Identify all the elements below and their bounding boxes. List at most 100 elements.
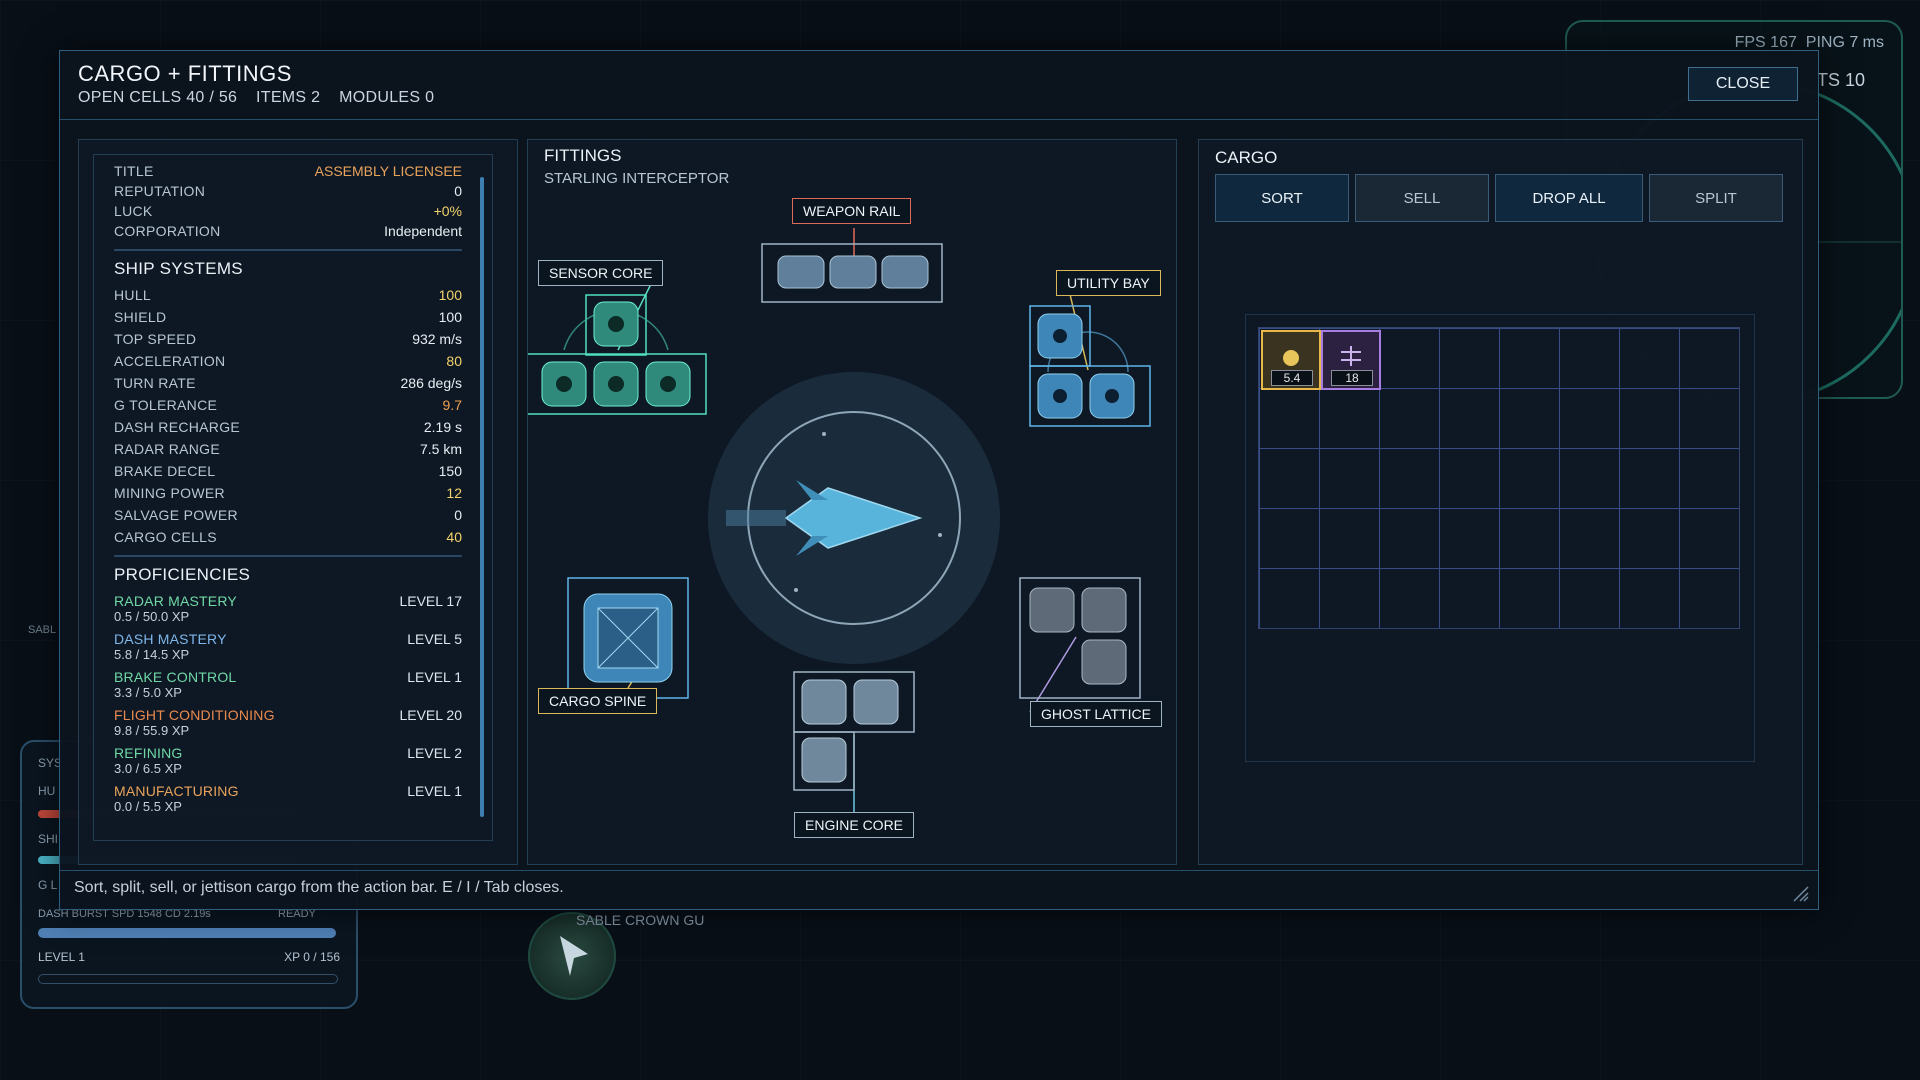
open-cells-count: OPEN CELLS 40 / 56 [78, 89, 238, 106]
fittings-column: FITTINGS STARLING INTERCEPTOR WEAPON RAI… [527, 139, 1177, 865]
divider [114, 249, 462, 251]
proficiency-item: RADAR MASTERY 0.5 / 50.0 XP LEVEL 17 [114, 593, 462, 624]
stat-value: 932 m/s [412, 331, 462, 347]
hud-xp-text: XP 0 / 156 [284, 950, 340, 964]
fittings-schematic [528, 228, 1151, 812]
stat-value: 9.7 [442, 397, 462, 413]
proficiency-item: DASH MASTERY 5.8 / 14.5 XP LEVEL 5 [114, 631, 462, 662]
stat-label: HULL [114, 287, 151, 303]
stat-label: TOP SPEED [114, 331, 197, 347]
window-subtitle: OPEN CELLS 40 / 56 ITEMS 2 MODULES 0 [78, 89, 448, 107]
stat-value: 40 [446, 529, 462, 545]
slot-cargo-spine[interactable]: CARGO SPINE [538, 688, 658, 714]
resize-handle-icon[interactable] [1790, 883, 1810, 903]
stat-label: TITLE [114, 163, 154, 179]
stat-value: 80 [446, 353, 462, 369]
stat-label: SALVAGE POWER [114, 507, 238, 523]
pilot-stats-column: TITLE ASSEMBLY LICENSEE REPUTATION 0 LUCK +0%… [78, 139, 518, 865]
stat-value: 0 [454, 507, 462, 523]
cargo-heading: CARGO [1215, 148, 1278, 167]
cargo-grid-frame: 5.4 18 [1245, 314, 1755, 762]
hud-level-label: LEVEL 1 [38, 950, 85, 964]
stat-value: 150 [438, 463, 462, 479]
ship-stat-row: CARGO CELLS 40 [114, 529, 462, 545]
ship-stat-row: DASH RECHARGE 2.19 s [114, 419, 462, 435]
divider [114, 555, 462, 557]
stat-value: 100 [438, 287, 462, 303]
status-footer: Sort, split, sell, or jettison cargo fro… [60, 870, 1818, 909]
ship-stat-row: RADAR RANGE 7.5 km [114, 441, 462, 457]
profile-row: TITLE ASSEMBLY LICENSEE [114, 163, 462, 179]
stat-label: CARGO CELLS [114, 529, 217, 545]
stat-label: BRAKE DECEL [114, 463, 216, 479]
drop-all-button[interactable]: DROP ALL [1495, 174, 1643, 222]
ship-stat-row: ACCELERATION 80 [114, 353, 462, 369]
slot-weapon-rail[interactable]: WEAPON RAIL [792, 198, 912, 224]
proficiency-xp: 0.5 / 50.0 XP [114, 609, 190, 624]
ship-stat-row: HULL 100 [114, 287, 462, 303]
stat-value: 0 [454, 183, 462, 199]
stat-label: MINING POWER [114, 485, 225, 501]
stat-label: CORPORATION [114, 223, 221, 239]
nearby-ship-name: SABLE CROWN GU [576, 912, 705, 928]
hud-g-label: G L [38, 878, 58, 892]
stat-value: ASSEMBLY LICENSEE [314, 163, 462, 179]
slot-ghost-lattice[interactable]: GHOST LATTICE [1030, 701, 1162, 727]
split-button[interactable]: SPLIT [1649, 174, 1783, 222]
sort-button[interactable]: SORT [1215, 174, 1349, 222]
sell-button[interactable]: SELL [1355, 174, 1489, 222]
ship-stat-row: TOP SPEED 932 m/s [114, 331, 462, 347]
stat-value: 12 [446, 485, 462, 501]
stat-label: LUCK [114, 203, 153, 219]
stat-label: G TOLERANCE [114, 397, 218, 413]
proficiency-xp: 3.0 / 6.5 XP [114, 761, 182, 776]
close-button[interactable]: CLOSE [1688, 67, 1798, 101]
stat-value: 7.5 km [419, 441, 462, 457]
header-divider [60, 119, 1818, 120]
modules-count: MODULES 0 [339, 89, 435, 106]
hud-dash-bar [38, 928, 336, 938]
slot-utility-bay[interactable]: UTILITY BAY [1056, 270, 1161, 296]
stat-value: 2.19 s [423, 419, 462, 435]
cargo-slot-component[interactable]: 18 [1321, 330, 1381, 390]
proficiencies-heading: PROFICIENCIES [114, 565, 251, 584]
stat-value: +0% [433, 203, 462, 219]
ping-text: PING 7 ms [1805, 34, 1884, 51]
stats-scrollbar[interactable] [480, 177, 484, 817]
ship-systems-heading: SHIP SYSTEMS [114, 259, 243, 278]
proficiency-level: LEVEL 5 [407, 631, 462, 647]
cargo-slot-ore[interactable]: 5.4 [1261, 330, 1321, 390]
proficiency-xp: 5.8 / 14.5 XP [114, 647, 190, 662]
footer-hint: Sort, split, sell, or jettison cargo fro… [74, 879, 564, 896]
slot-sensor-core[interactable]: SENSOR CORE [538, 260, 664, 286]
proficiency-item: BRAKE CONTROL 3.3 / 5.0 XP LEVEL 1 [114, 669, 462, 700]
ship-stat-row: G TOLERANCE 9.7 [114, 397, 462, 413]
stat-value: 286 deg/s [400, 375, 463, 391]
cargo-qty: 5.4 [1271, 370, 1313, 386]
cargo-fittings-window: CARGO + FITTINGS OPEN CELLS 40 / 56 ITEM… [59, 50, 1819, 910]
window-title: CARGO + FITTINGS [78, 61, 292, 86]
stat-label: SHIELD [114, 309, 167, 325]
hud-xp-bar [38, 974, 338, 984]
cargo-grid[interactable]: 5.4 18 [1258, 327, 1740, 629]
proficiency-item: REFINING 3.0 / 6.5 XP LEVEL 2 [114, 745, 462, 776]
cargo-qty: 18 [1331, 370, 1373, 386]
proficiency-xp: 0.0 / 5.5 XP [114, 799, 182, 814]
ship-stat-row: BRAKE DECEL 150 [114, 463, 462, 479]
stat-label: TURN RATE [114, 375, 196, 391]
items-count: ITEMS 2 [256, 89, 321, 106]
pilot-stats-card: TITLE ASSEMBLY LICENSEE REPUTATION 0 LUCK +0%… [93, 154, 493, 841]
proficiency-level: LEVEL 1 [407, 669, 462, 685]
proficiency-xp: 3.3 / 5.0 XP [114, 685, 182, 700]
profile-row: LUCK +0% [114, 203, 462, 219]
hud-sable-label: SABL [28, 624, 57, 636]
stat-label: ACCELERATION [114, 353, 226, 369]
ship-stat-row: TURN RATE 286 deg/s [114, 375, 462, 391]
stat-value: Independent [384, 223, 462, 239]
profile-row: CORPORATION Independent [114, 223, 462, 239]
slot-engine-core[interactable]: ENGINE CORE [794, 812, 915, 838]
ship-stat-row: MINING POWER 12 [114, 485, 462, 501]
stat-label: RADAR RANGE [114, 441, 220, 457]
proficiency-level: LEVEL 20 [399, 707, 462, 723]
stat-label: DASH RECHARGE [114, 419, 241, 435]
